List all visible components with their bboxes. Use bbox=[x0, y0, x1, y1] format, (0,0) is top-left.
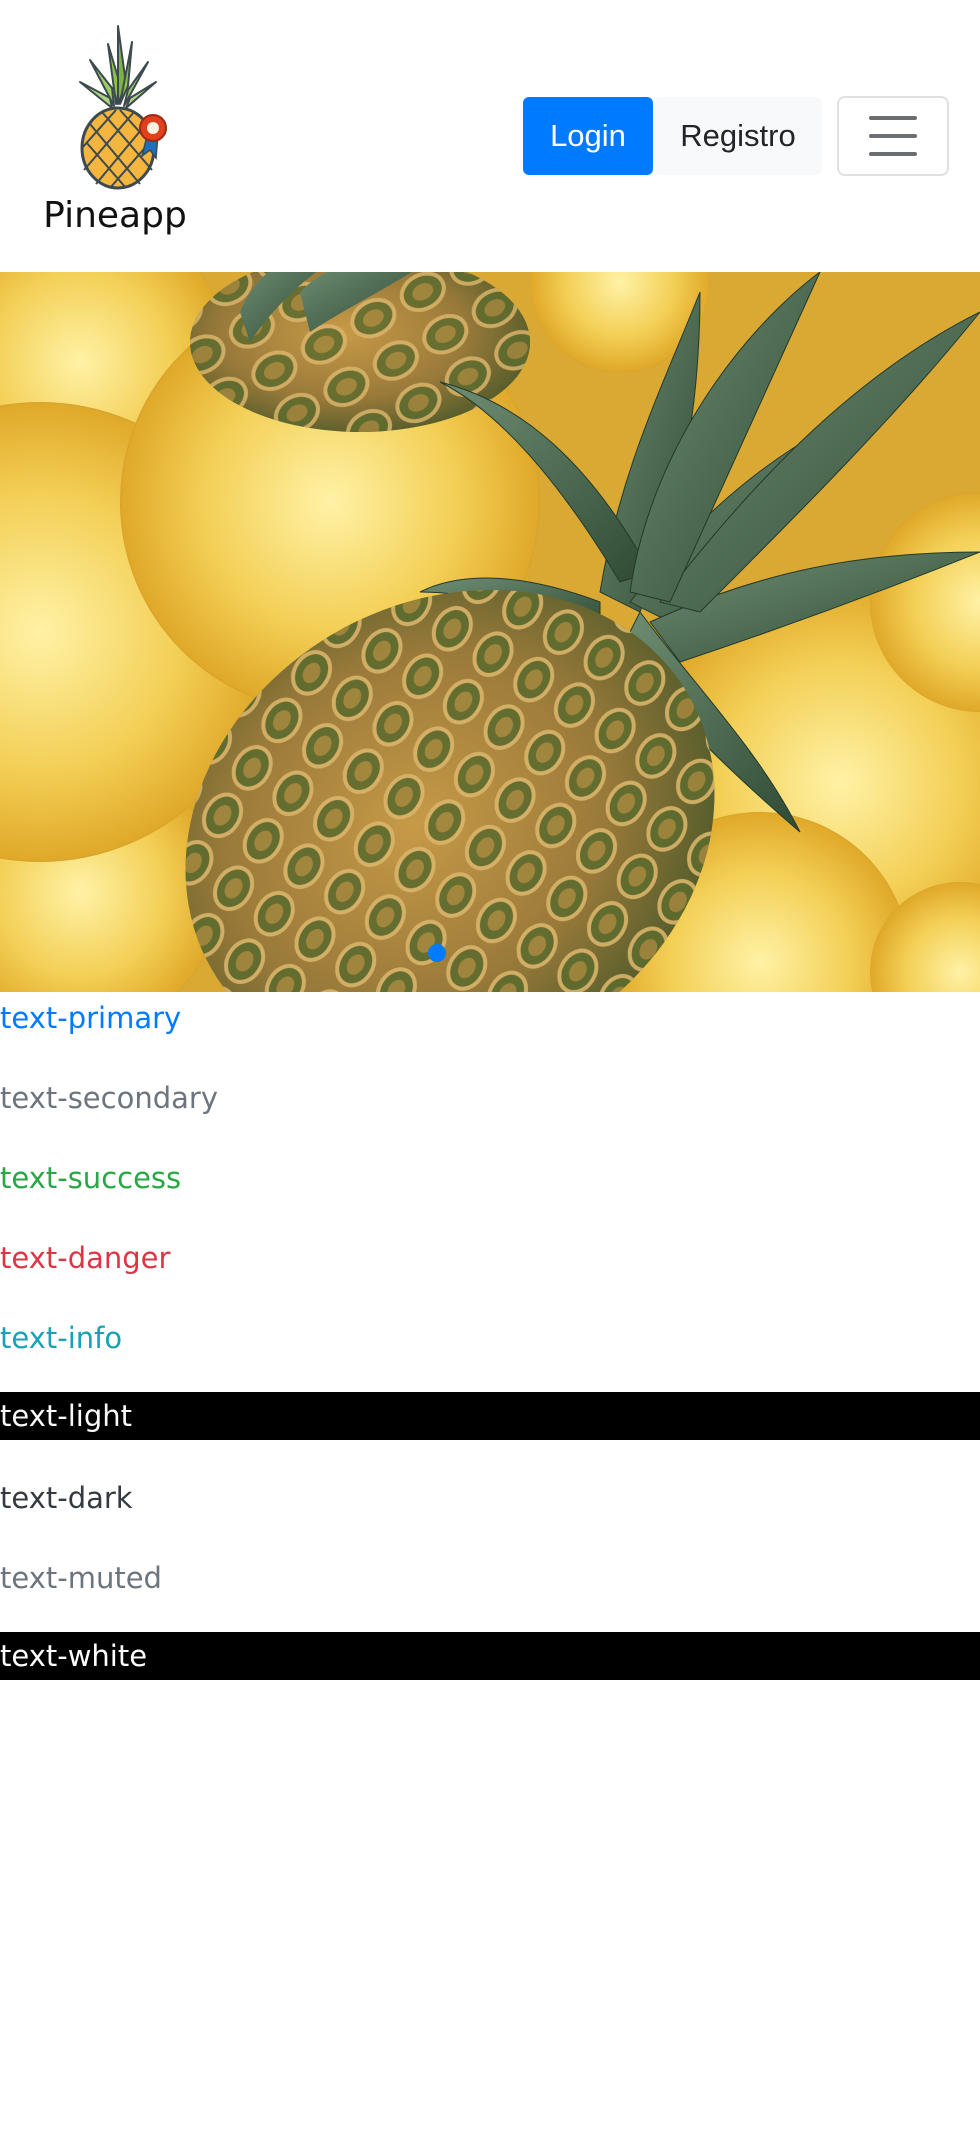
brand-name: Pineapp bbox=[43, 195, 187, 236]
text-success-sample: text-success bbox=[0, 1161, 182, 1195]
carousel bbox=[0, 272, 980, 992]
text-dark-sample: text-dark bbox=[0, 1481, 133, 1515]
text-white-sample: text-white bbox=[0, 1632, 980, 1680]
text-secondary-sample: text-secondary bbox=[0, 1081, 218, 1115]
text-info-sample: text-info bbox=[0, 1321, 123, 1355]
login-button[interactable]: Login bbox=[523, 97, 653, 175]
navbar-toggler-button[interactable] bbox=[837, 96, 949, 176]
pineapple-hero-image bbox=[0, 272, 980, 992]
pineapple-logo-icon bbox=[79, 25, 167, 190]
text-primary-sample: text-primary bbox=[0, 1001, 182, 1035]
carousel-indicator[interactable] bbox=[428, 944, 446, 962]
text-muted-sample: text-muted bbox=[0, 1561, 162, 1595]
hamburger-menu-icon bbox=[869, 116, 917, 156]
text-light-sample: text-light bbox=[0, 1392, 980, 1440]
text-danger-sample: text-danger bbox=[0, 1241, 171, 1275]
brand-link[interactable]: Pineapp bbox=[40, 24, 190, 248]
navbar: Pineapp Login Registro bbox=[0, 0, 980, 272]
register-button[interactable]: Registro bbox=[654, 97, 822, 175]
